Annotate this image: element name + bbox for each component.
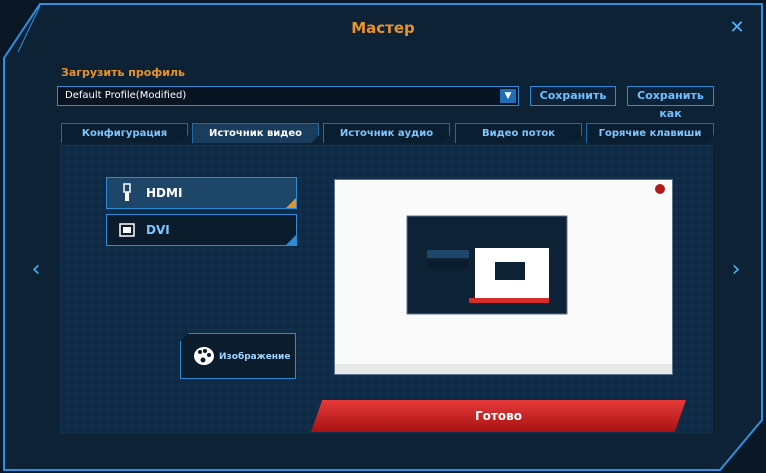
profile-value: Default Profile(Modified) xyxy=(65,90,187,101)
palette-icon xyxy=(194,347,214,365)
tab-video-stream[interactable]: Видео поток xyxy=(455,123,582,143)
selected-corner xyxy=(286,198,296,208)
source-label: HDMI xyxy=(146,186,183,200)
wizard-window: Мастер ✕ Загрузить профиль Default Profi… xyxy=(0,0,766,473)
tab-hotkeys[interactable]: Горячие клавиши xyxy=(586,123,714,143)
preview-desktop-image xyxy=(335,180,672,374)
save-button[interactable]: Сохранить xyxy=(530,86,616,106)
tab-audio-source[interactable]: Источник аудио xyxy=(323,123,450,143)
dvi-icon xyxy=(119,223,135,237)
image-settings-label: Изображение xyxy=(219,352,291,362)
window-title: Мастер xyxy=(351,19,415,37)
source-hdmi[interactable]: HDMI xyxy=(106,177,297,209)
chevron-left-icon[interactable]: ‹ xyxy=(29,258,43,282)
chevron-right-icon[interactable]: › xyxy=(729,258,743,282)
corner-marker xyxy=(286,235,296,245)
save-as-button[interactable]: Сохранить как xyxy=(627,86,714,120)
chevron-down-icon[interactable]: ▼ xyxy=(500,89,516,103)
hdmi-icon xyxy=(123,183,131,201)
source-label: DVI xyxy=(146,223,170,237)
profile-dropdown[interactable]: Default Profile(Modified) ▼ xyxy=(57,86,519,106)
close-icon[interactable]: ✕ xyxy=(727,18,747,38)
image-settings-button[interactable]: Изображение xyxy=(180,333,296,379)
tab-configuration[interactable]: Конфигурация xyxy=(61,123,188,143)
tab-video-source[interactable]: Источник видео xyxy=(192,123,319,143)
profile-label: Загрузить профиль xyxy=(61,66,185,79)
source-dvi[interactable]: DVI xyxy=(106,214,297,246)
done-button[interactable]: Готово xyxy=(311,400,686,432)
video-preview xyxy=(334,179,673,375)
